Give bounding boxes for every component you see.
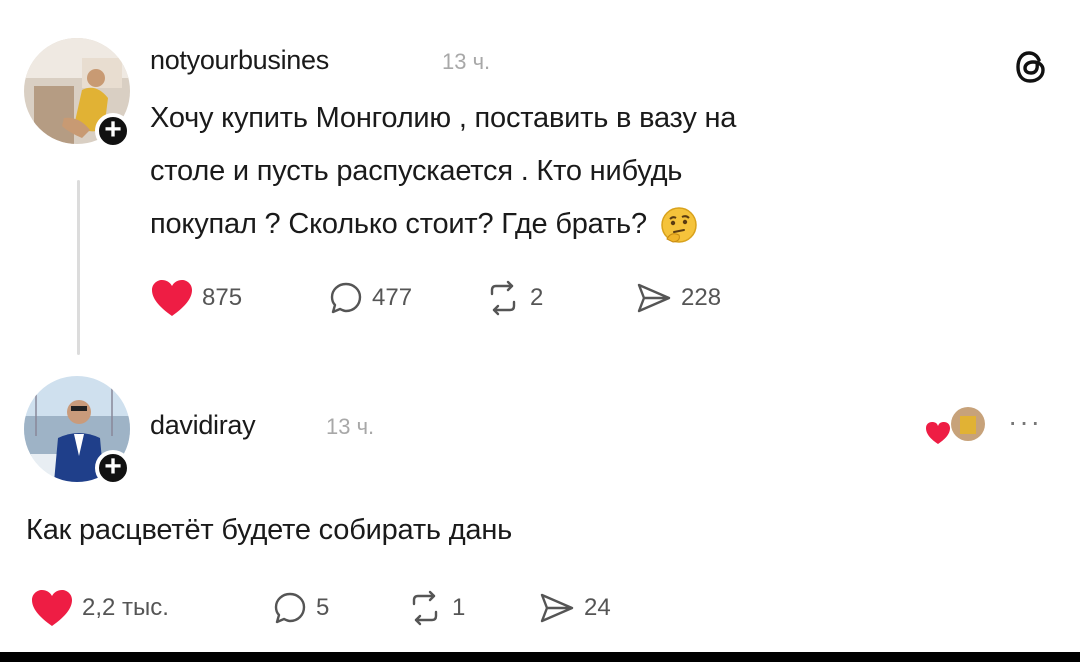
- post-text-line-3-text: покупал ? Сколько стоит? Где брать?: [150, 208, 647, 240]
- reply-repost-button[interactable]: 1: [406, 590, 465, 626]
- send-icon: [637, 283, 671, 313]
- post-text-line-1: Хочу купить Монголию , поставить в вазу …: [150, 102, 737, 134]
- post-like-count: 875: [202, 284, 243, 311]
- reply-comment-count: 5: [316, 594, 330, 621]
- reply-like-count: 2,2 тыс.: [82, 594, 169, 621]
- thread-connector-line: [77, 180, 80, 355]
- post-body: Хочу купить Монголию , поставить в вазу …: [150, 92, 1010, 251]
- post-text-line-2: столе и пусть распускается . Кто нибудь: [150, 155, 683, 187]
- repost-icon: [412, 590, 438, 626]
- send-icon: [540, 593, 574, 623]
- follow-plus-icon[interactable]: +: [95, 113, 131, 149]
- threads-screen: + notyourbusines 13 ч. Хочу купить Монго…: [0, 0, 1080, 652]
- reply-username[interactable]: davidiray: [150, 410, 256, 441]
- reply-body: Как расцветёт будете собирать дань: [26, 514, 513, 546]
- post-comment-count: 477: [372, 284, 413, 311]
- post-repost-count: 2: [530, 284, 544, 311]
- reply-comment-button[interactable]: 5: [272, 590, 329, 626]
- thinking-face-icon: [659, 205, 699, 245]
- post-username[interactable]: notyourbusines: [150, 45, 329, 76]
- reply-more-options-icon[interactable]: ···: [1008, 406, 1042, 438]
- post-repost-button[interactable]: 2: [484, 280, 543, 316]
- reply-share-button[interactable]: 24: [538, 590, 611, 626]
- reply-repost-count: 1: [452, 594, 466, 621]
- liked-by-author-icon: [926, 404, 986, 448]
- post-like-button[interactable]: 875: [150, 278, 242, 318]
- post-timestamp: 13 ч.: [442, 49, 491, 74]
- bottom-edge-bar: [0, 652, 1080, 662]
- post-comment-button[interactable]: 477: [328, 280, 412, 316]
- reply-like-button[interactable]: 2,2 тыс.: [30, 588, 169, 628]
- post-share-count: 228: [681, 284, 722, 311]
- reply-timestamp: 13 ч.: [326, 414, 375, 439]
- reply-follow-plus-icon[interactable]: +: [95, 450, 131, 486]
- heart-filled-icon: [152, 280, 192, 316]
- heart-filled-icon: [32, 590, 72, 626]
- post-share-button[interactable]: 228: [635, 280, 721, 316]
- comment-bubble-icon: [330, 282, 362, 314]
- post-text-line-3: покупал ? Сколько стоит? Где брать?: [150, 198, 1010, 251]
- comment-bubble-icon: [274, 592, 306, 624]
- reply-share-count: 24: [584, 594, 611, 621]
- repost-icon: [490, 280, 516, 316]
- threads-logo-icon[interactable]: [1012, 48, 1050, 86]
